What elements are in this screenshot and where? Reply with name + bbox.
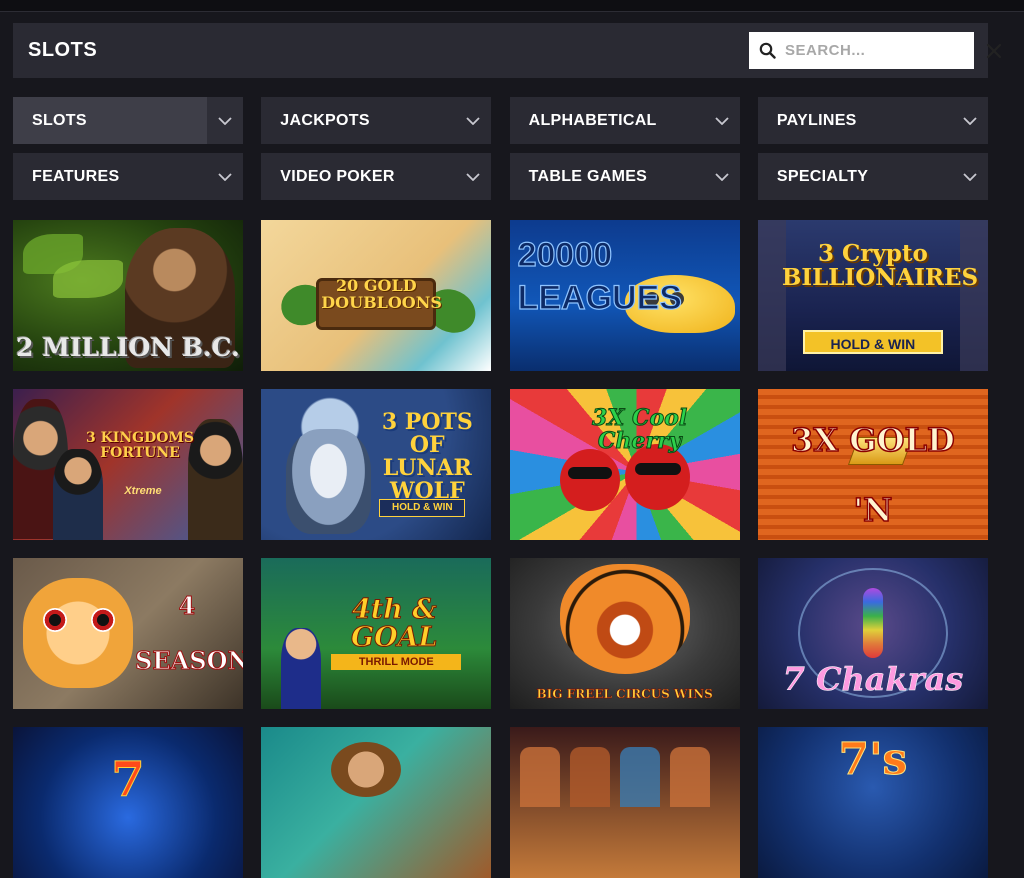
- filter-jackpots[interactable]: JACKPOTS: [261, 97, 492, 144]
- hold-win-badge: HOLD & WIN: [802, 330, 943, 354]
- filter-bar: SLOTS JACKPOTS ALPHABETICAL PAYLINES FEA…: [13, 97, 988, 200]
- hold-win-badge: HOLD & WIN: [379, 499, 466, 517]
- game-tile-4-seasons[interactable]: 4 SEASONS: [13, 558, 243, 709]
- filter-label: VIDEO POKER: [280, 167, 395, 185]
- game-tile-partial-1[interactable]: 7: [13, 727, 243, 878]
- game-tile-partial-3[interactable]: [509, 727, 740, 878]
- game-subtitle: THRILL MODE: [331, 654, 462, 670]
- chevron-down-icon[interactable]: [207, 97, 243, 144]
- game-tile-3x-goldn[interactable]: 3X GOLD 'N: [757, 389, 988, 540]
- filter-label: JACKPOTS: [280, 111, 370, 129]
- game-title: 7's: [838, 734, 908, 785]
- filter-label: PAYLINES: [776, 111, 857, 129]
- game-tile-2-million-bc[interactable]: 2 MILLION B.C.: [13, 220, 243, 371]
- search-input[interactable]: [785, 42, 986, 59]
- chevron-down-icon[interactable]: [704, 97, 740, 144]
- game-tile-3-kingdoms-fortune[interactable]: 3 KINGDOMS FORTUNE Xtreme: [13, 389, 243, 540]
- filter-label: SPECIALTY: [776, 167, 869, 185]
- game-tile-20-gold-doubloons[interactable]: 20 GOLD DOUBLOONS: [261, 220, 492, 371]
- game-title: BIG FREEL CIRCUS WINS: [536, 687, 713, 702]
- game-title: 7 Chakras: [782, 660, 964, 699]
- chevron-down-icon[interactable]: [455, 97, 491, 144]
- game-tile-3-crypto-billionaires[interactable]: 3 Crypto BILLIONAIRES HOLD & WIN: [757, 220, 988, 371]
- game-grid: 2 MILLION B.C. 20 GOLD DOUBLOONS 20000 L…: [13, 220, 988, 878]
- chevron-down-icon[interactable]: [952, 97, 988, 144]
- chevron-down-icon[interactable]: [207, 153, 243, 200]
- filter-label: TABLE GAMES: [528, 167, 648, 185]
- game-title: 20000 LEAGUES: [517, 235, 683, 317]
- game-tile-20000-leagues[interactable]: 20000 LEAGUES: [509, 220, 740, 371]
- game-tile-big-freel-circus[interactable]: BIG FREEL CIRCUS WINS: [509, 558, 740, 709]
- game-title: 3 KINGDOMS FORTUNE: [85, 430, 195, 461]
- game-title: 2 MILLION B.C.: [16, 332, 240, 362]
- filter-label: ALPHABETICAL: [528, 111, 657, 129]
- game-title: 3X GOLD 'N: [790, 420, 955, 530]
- top-strip: [0, 0, 1024, 12]
- filter-slots[interactable]: SLOTS: [13, 97, 243, 144]
- filter-video-poker[interactable]: VIDEO POKER: [261, 153, 492, 200]
- game-tile-3-pots-lunar-wolf[interactable]: 3 POTS OF LUNAR WOLF HOLD & WIN: [261, 389, 492, 540]
- filter-label: FEATURES: [32, 167, 120, 185]
- game-subtitle: Xtreme: [124, 485, 162, 497]
- game-title: 3X Cool Cherry: [591, 405, 688, 455]
- filter-label: SLOTS: [32, 111, 87, 129]
- header-bar: SLOTS: [13, 23, 1002, 78]
- filter-specialty[interactable]: SPECIALTY: [757, 153, 988, 200]
- chevron-down-icon[interactable]: [455, 153, 491, 200]
- search-icon: [759, 42, 776, 59]
- filter-table-games[interactable]: TABLE GAMES: [509, 153, 740, 200]
- game-tile-3x-cool-cherry[interactable]: 3X Cool Cherry: [509, 389, 740, 540]
- game-title: 3 POTS OF LUNAR WOLF: [381, 409, 473, 505]
- game-title: 4 SEASONS: [135, 590, 244, 676]
- game-title: 3 Crypto BILLIONAIRES: [781, 240, 979, 292]
- page-title: SLOTS: [28, 39, 98, 61]
- chevron-down-icon[interactable]: [952, 153, 988, 200]
- filter-features[interactable]: FEATURES: [13, 153, 243, 200]
- game-tile-4th-goal[interactable]: 4th & GOAL THRILL MODE: [261, 558, 492, 709]
- filter-paylines[interactable]: PAYLINES: [757, 97, 988, 144]
- game-tile-partial-2[interactable]: [261, 727, 492, 878]
- game-tile-7-chakras[interactable]: 7 Chakras: [757, 558, 988, 709]
- chevron-down-icon[interactable]: [704, 153, 740, 200]
- close-icon[interactable]: [986, 43, 1002, 59]
- game-title: 20 GOLD DOUBLOONS: [321, 276, 442, 312]
- game-tile-partial-4[interactable]: 7's: [757, 727, 988, 878]
- filter-alphabetical[interactable]: ALPHABETICAL: [509, 97, 740, 144]
- search-box[interactable]: [749, 32, 1002, 69]
- game-title: 4th & GOAL: [351, 594, 439, 654]
- game-title: 7: [111, 752, 145, 808]
